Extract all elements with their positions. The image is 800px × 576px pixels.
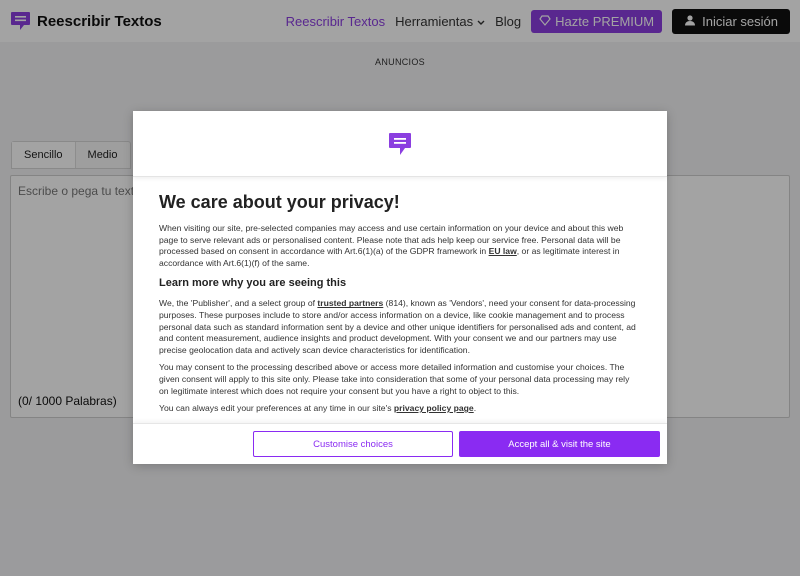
consent-paragraph-1: When visiting our site, pre-selected com… — [159, 223, 624, 268]
consent-paragraph-4: You can always edit your preferences at … — [159, 403, 477, 414]
trusted-partners-link[interactable]: trusted partners — [317, 298, 383, 308]
dialog-body[interactable]: We care about your privacy! When visitin… — [133, 178, 667, 424]
dialog-title: We care about your privacy! — [159, 192, 400, 212]
privacy-consent-dialog: We care about your privacy! When visitin… — [133, 111, 667, 464]
customise-choices-button[interactable]: Customise choices — [253, 431, 453, 457]
dialog-header — [133, 111, 667, 177]
consent-paragraph-3: You may consent to the processing descri… — [159, 362, 630, 396]
accept-all-button[interactable]: Accept all & visit the site — [459, 431, 660, 457]
dialog-footer: Customise choices Accept all & visit the… — [133, 423, 667, 464]
privacy-policy-link[interactable]: privacy policy page — [394, 403, 474, 413]
dialog-subtitle: Learn more why you are seeing this — [159, 277, 347, 290]
chat-bubble-icon — [388, 132, 412, 156]
eu-law-link[interactable]: EU law — [489, 246, 517, 256]
consent-paragraph-2: We, the 'Publisher', and a select group … — [159, 298, 636, 355]
